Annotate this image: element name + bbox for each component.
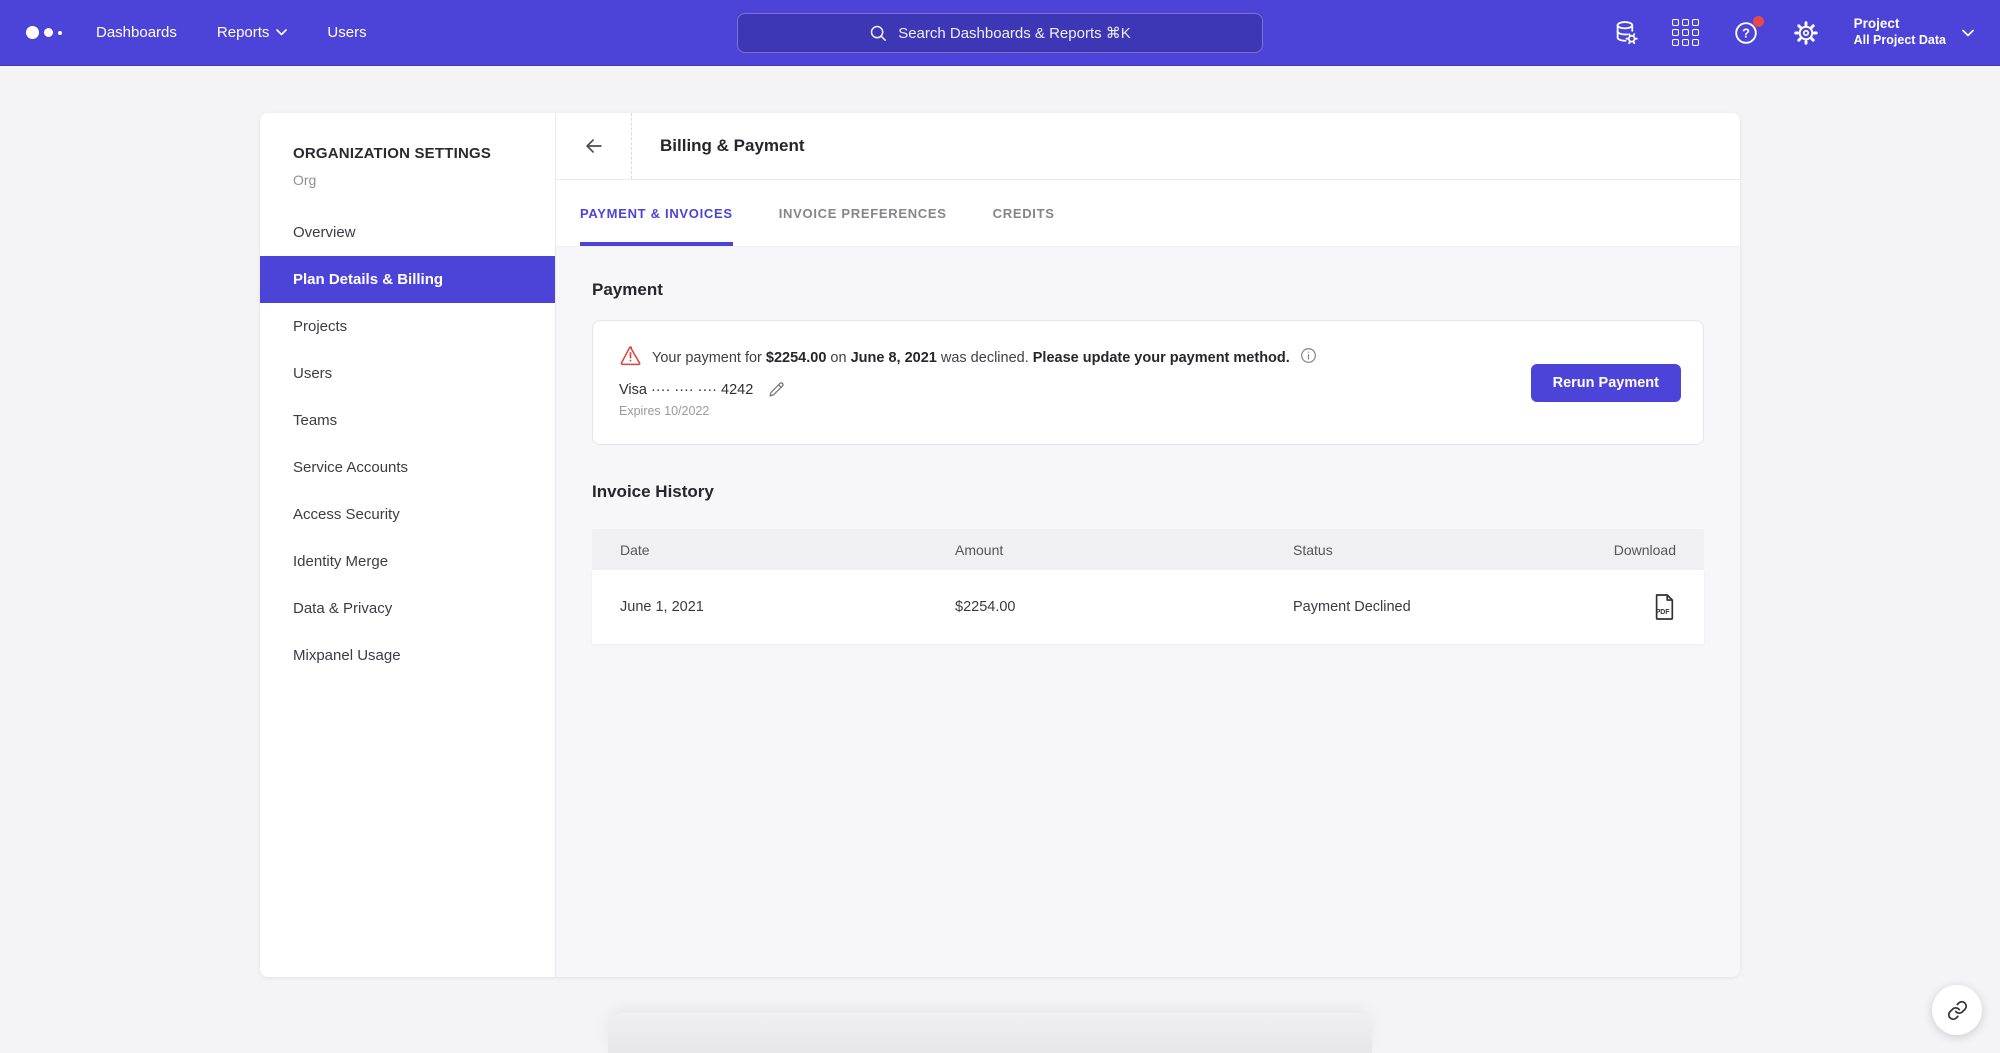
back-button[interactable] [556,113,632,179]
invoice-amount: $2254.00 [955,599,1293,615]
sidebar-section-title: ORGANIZATION SETTINGS [260,145,555,162]
chevron-down-icon [276,29,287,36]
alert-text: Your payment for $2254.00 on June 8, 202… [652,346,1318,366]
copy-link-button[interactable] [1932,985,1982,1035]
chevron-down-icon [1962,29,1974,37]
project-selector[interactable]: Project All Project Data [1854,16,1974,49]
column-status: Status [1293,542,1580,558]
tab-invoice-preferences[interactable]: INVOICE PREFERENCES [779,180,947,246]
gear-icon [1792,19,1820,47]
alert-text-2: on [826,350,850,366]
tab-payment-invoices[interactable]: PAYMENT & INVOICES [580,180,733,246]
billing-tabs: PAYMENT & INVOICES INVOICE PREFERENCES C… [556,180,1740,247]
bottom-edge-panel [608,1013,1372,1053]
sidebar-item-identity-merge[interactable]: Identity Merge [260,538,555,585]
payment-method-text: Visa ···· ···· ···· 4242 [619,382,753,398]
invoice-table: Date Amount Status Download June 1, 2021… [592,529,1704,644]
nav-dashboards-label: Dashboards [96,24,177,41]
svg-text:PDF: PDF [1656,609,1670,616]
sidebar-item-users[interactable]: Users [260,350,555,397]
sidebar-item-projects[interactable]: Projects [260,303,555,350]
nav-users[interactable]: Users [327,24,366,41]
rerun-payment-button[interactable]: Rerun Payment [1531,364,1681,402]
invoice-table-header: Date Amount Status Download [592,529,1704,570]
mixpanel-logo[interactable] [26,26,62,39]
settings-button[interactable] [1790,17,1822,49]
apps-grid-button[interactable] [1670,17,1702,49]
page-title: Billing & Payment [660,136,805,156]
notification-badge [1753,16,1764,27]
alert-text-3: was declined. [937,350,1033,366]
sidebar-item-access-security[interactable]: Access Security [260,491,555,538]
sidebar-org-name: Org [260,172,555,188]
data-management-button[interactable] [1610,17,1642,49]
sidebar-item-mixpanel-usage[interactable]: Mixpanel Usage [260,632,555,679]
payment-card: Your payment for $2254.00 on June 8, 202… [592,320,1704,445]
invoice-status: Payment Declined [1293,599,1580,615]
page-header: Billing & Payment [556,113,1740,180]
alert-date: June 8, 2021 [851,350,937,366]
top-navbar: Dashboards Reports Users Search Dashboar… [0,0,2000,66]
card-expiry: Expires 10/2022 [619,404,1677,418]
nav-reports[interactable]: Reports [217,24,288,41]
payment-method: Visa ···· ···· ···· 4242 [619,380,1677,399]
column-date: Date [620,542,955,558]
project-selector-label: Project [1854,16,1946,33]
link-icon [1947,1000,1968,1021]
info-icon[interactable] [1299,346,1318,365]
billing-main: Billing & Payment PAYMENT & INVOICES INV… [556,113,1740,977]
invoice-date: June 1, 2021 [620,599,955,615]
sidebar-item-service-accounts[interactable]: Service Accounts [260,444,555,491]
alert-emphasis: Please update your payment method. [1033,350,1290,366]
alert-text-1: Your payment for [652,350,766,366]
help-button[interactable]: ? [1730,17,1762,49]
edit-payment-method-button[interactable] [767,380,786,399]
project-selector-value: All Project Data [1854,33,1946,49]
nav-dashboards[interactable]: Dashboards [96,24,177,41]
sidebar-item-teams[interactable]: Teams [260,397,555,444]
search-icon [869,24,887,42]
svg-text:?: ? [1742,25,1750,40]
payment-section-title: Payment [592,247,1704,300]
tab-content: Payment Your payment for $2254.00 on Jun… [556,247,1740,977]
sidebar-items: Overview Plan Details & Billing Projects… [260,209,555,679]
download-pdf-button[interactable]: PDF [1652,593,1676,621]
nav-users-label: Users [327,24,366,41]
search-placeholder: Search Dashboards & Reports ⌘K [898,24,1131,42]
column-amount: Amount [955,542,1293,558]
tab-credits[interactable]: CREDITS [993,180,1055,246]
grid-icon [1672,19,1699,46]
database-gear-icon [1612,19,1639,46]
sidebar-item-overview[interactable]: Overview [260,209,555,256]
sidebar-item-plan-details-billing[interactable]: Plan Details & Billing [260,256,555,303]
alert-amount: $2254.00 [766,350,826,366]
org-settings-sidebar: ORGANIZATION SETTINGS Org Overview Plan … [260,113,556,977]
nav-reports-label: Reports [217,24,270,41]
invoice-row: June 1, 2021 $2254.00 Payment Declined P… [592,570,1704,644]
warning-triangle-icon [619,344,642,367]
topbar-actions: ? [1610,16,1974,49]
search-input[interactable]: Search Dashboards & Reports ⌘K [737,13,1263,53]
column-download: Download [1580,542,1676,558]
payment-declined-alert: Your payment for $2254.00 on June 8, 202… [619,344,1677,367]
sidebar-item-data-privacy[interactable]: Data & Privacy [260,585,555,632]
settings-panel: ORGANIZATION SETTINGS Org Overview Plan … [260,113,1740,977]
back-arrow-icon [583,135,605,157]
invoice-history-title: Invoice History [592,482,1704,502]
